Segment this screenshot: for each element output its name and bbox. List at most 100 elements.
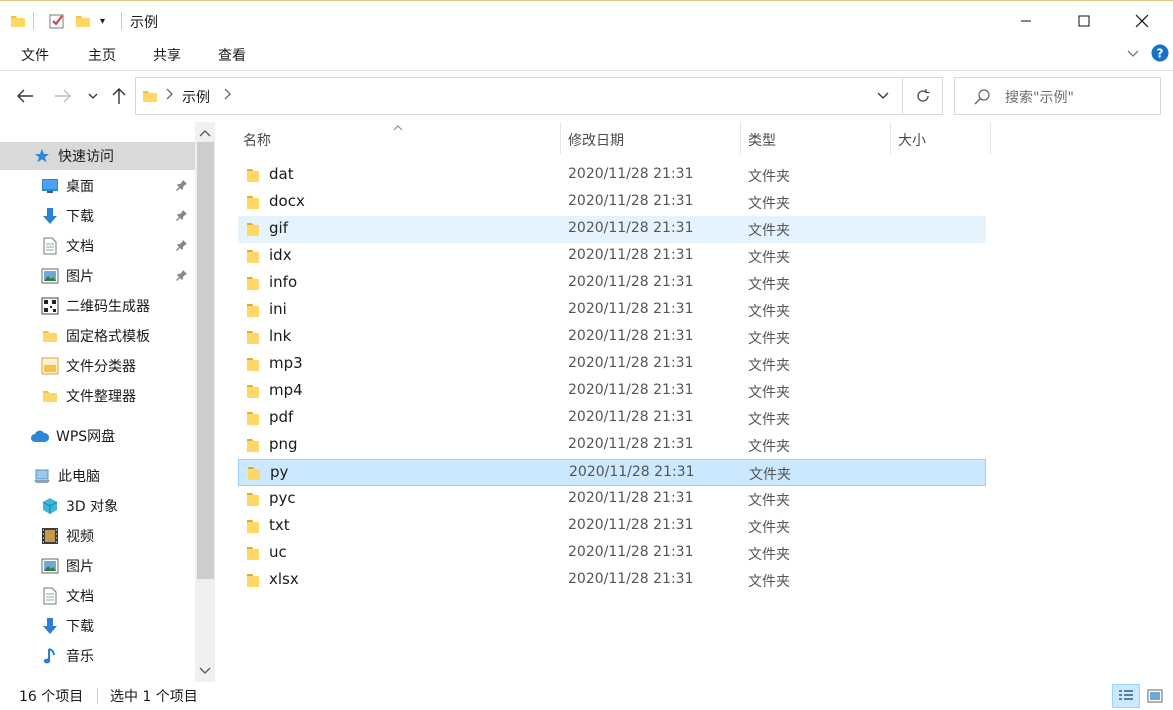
sidebar-item-pc-downloads[interactable]: 下载 <box>0 612 195 640</box>
file-row[interactable]: docx 2020/11/28 21:31 文件夹 <box>238 189 986 216</box>
column-header-name[interactable]: 名称 <box>243 130 271 160</box>
customize-toolbar-icon[interactable]: ▾ <box>100 10 105 32</box>
sidebar-item-videos[interactable]: 视频 <box>0 522 195 550</box>
sidebar-item-pc-pictures[interactable]: 图片 <box>0 552 195 580</box>
close-button[interactable] <box>1113 1 1171 41</box>
up-button[interactable] <box>108 84 130 108</box>
sidebar-item-fixed-templates[interactable]: 固定格式模板 <box>0 322 195 350</box>
file-type: 文件夹 <box>748 358 790 374</box>
file-type: 文件夹 <box>748 520 790 536</box>
maximize-button[interactable] <box>1055 1 1113 41</box>
file-modified-date: 2020/11/28 21:31 <box>568 409 694 425</box>
large-icons-view-button[interactable] <box>1144 686 1166 706</box>
ribbon-tabs: 文件 主页 共享 查看 ? <box>0 40 1173 71</box>
file-modified-date: 2020/11/28 21:31 <box>568 301 694 317</box>
sidebar-item-downloads[interactable]: 下载 <box>0 202 195 230</box>
back-button[interactable] <box>13 84 37 108</box>
column-divider[interactable] <box>890 122 891 154</box>
pin-icon[interactable] <box>176 179 188 195</box>
sidebar-item-3d-objects[interactable]: 3D 对象 <box>0 492 195 520</box>
file-row[interactable]: info 2020/11/28 21:31 文件夹 <box>238 270 986 297</box>
scroll-up-icon[interactable] <box>197 126 213 142</box>
column-divider[interactable] <box>990 122 991 154</box>
tab-share[interactable]: 共享 <box>153 45 181 65</box>
sidebar-item-music[interactable]: 音乐 <box>0 642 195 670</box>
properties-icon[interactable] <box>48 10 66 32</box>
file-type: 文件夹 <box>748 250 790 266</box>
file-modified-date: 2020/11/28 21:31 <box>568 220 694 236</box>
column-header-date[interactable]: 修改日期 <box>568 130 624 160</box>
file-name: idx <box>269 246 292 264</box>
address-history-icon[interactable] <box>876 90 890 106</box>
file-row[interactable]: png 2020/11/28 21:31 文件夹 <box>238 432 986 459</box>
file-name: pdf <box>269 408 294 426</box>
file-row[interactable]: pdf 2020/11/28 21:31 文件夹 <box>238 405 986 432</box>
expand-ribbon-icon[interactable] <box>1126 46 1140 64</box>
chevron-right-icon[interactable] <box>224 87 232 105</box>
column-divider[interactable] <box>560 122 561 154</box>
divider <box>97 688 98 704</box>
refresh-button[interactable] <box>903 77 943 115</box>
file-row[interactable]: mp3 2020/11/28 21:31 文件夹 <box>238 351 986 378</box>
file-name: png <box>269 435 298 453</box>
recent-locations-button[interactable] <box>85 84 101 108</box>
pin-icon[interactable] <box>176 209 188 225</box>
sidebar-item-this-pc[interactable]: 此电脑 <box>0 462 195 490</box>
sidebar-item-pc-documents[interactable]: 文档 <box>0 582 195 610</box>
search-box[interactable]: 搜索"示例" <box>954 77 1161 115</box>
file-type: 文件夹 <box>748 412 790 428</box>
minimize-button[interactable] <box>997 1 1055 41</box>
divider <box>121 12 122 30</box>
sidebar-item-wps-drive[interactable]: WPS网盘 <box>0 422 195 450</box>
sidebar-item-label: WPS网盘 <box>56 429 116 445</box>
forward-button[interactable] <box>51 84 75 108</box>
tab-file[interactable]: 文件 <box>21 45 49 65</box>
file-row[interactable]: ini 2020/11/28 21:31 文件夹 <box>238 297 986 324</box>
breadcrumb-current[interactable]: 示例 <box>182 87 210 107</box>
file-modified-date: 2020/11/28 21:31 <box>568 517 694 533</box>
sidebar-item-pictures[interactable]: 图片 <box>0 262 195 290</box>
pin-icon[interactable] <box>176 269 188 285</box>
details-view-icon <box>1119 690 1133 700</box>
file-row[interactable]: txt 2020/11/28 21:31 文件夹 <box>238 513 986 540</box>
help-icon[interactable]: ? <box>1151 44 1169 66</box>
file-row[interactable]: lnk 2020/11/28 21:31 文件夹 <box>238 324 986 351</box>
sidebar-item-desktop[interactable]: 桌面 <box>0 172 195 200</box>
file-row[interactable]: mp4 2020/11/28 21:31 文件夹 <box>238 378 986 405</box>
address-bar[interactable]: 示例 <box>135 77 903 115</box>
file-row[interactable]: pyc 2020/11/28 21:31 文件夹 <box>238 486 986 513</box>
file-row[interactable]: xlsx 2020/11/28 21:31 文件夹 <box>238 567 986 594</box>
sidebar-item-file-classifier[interactable]: 文件分类器 <box>0 352 195 380</box>
sidebar-scroll-thumb[interactable] <box>197 142 214 579</box>
file-type: 文件夹 <box>748 196 790 212</box>
sidebar-item-file-organizer[interactable]: 文件整理器 <box>0 382 195 410</box>
file-row[interactable]: gif 2020/11/28 21:31 文件夹 <box>238 216 986 243</box>
tab-view[interactable]: 查看 <box>218 45 246 65</box>
search-icon <box>973 88 991 110</box>
desktop-icon <box>40 176 60 196</box>
sidebar-item-qrcode-generator[interactable]: 二维码生成器 <box>0 292 195 320</box>
folder-icon <box>246 437 260 457</box>
file-row[interactable]: uc 2020/11/28 21:31 文件夹 <box>238 540 986 567</box>
sidebar-item-label: 下载 <box>66 209 94 225</box>
chevron-right-icon <box>166 87 174 105</box>
file-row[interactable]: dat 2020/11/28 21:31 文件夹 <box>238 162 986 189</box>
file-row[interactable]: py 2020/11/28 21:31 文件夹 <box>238 459 986 486</box>
folder-icon <box>246 410 260 430</box>
download-icon <box>40 206 60 226</box>
download-icon <box>40 616 60 636</box>
file-name: lnk <box>269 327 292 345</box>
tab-home[interactable]: 主页 <box>88 45 116 65</box>
pin-icon[interactable] <box>176 239 188 255</box>
item-count: 16 个项目 <box>19 689 84 705</box>
column-header-size[interactable]: 大小 <box>898 130 926 160</box>
sidebar-item-documents[interactable]: 文档 <box>0 232 195 260</box>
sidebar-item-quick-access[interactable]: 快速访问 <box>0 142 195 170</box>
column-divider[interactable] <box>740 122 741 154</box>
file-row[interactable]: idx 2020/11/28 21:31 文件夹 <box>238 243 986 270</box>
column-header-type[interactable]: 类型 <box>748 130 776 160</box>
new-folder-icon[interactable] <box>75 10 91 32</box>
scroll-down-icon[interactable] <box>197 664 213 680</box>
details-view-button[interactable] <box>1112 684 1140 708</box>
sidebar-item-label: 文档 <box>66 239 94 255</box>
